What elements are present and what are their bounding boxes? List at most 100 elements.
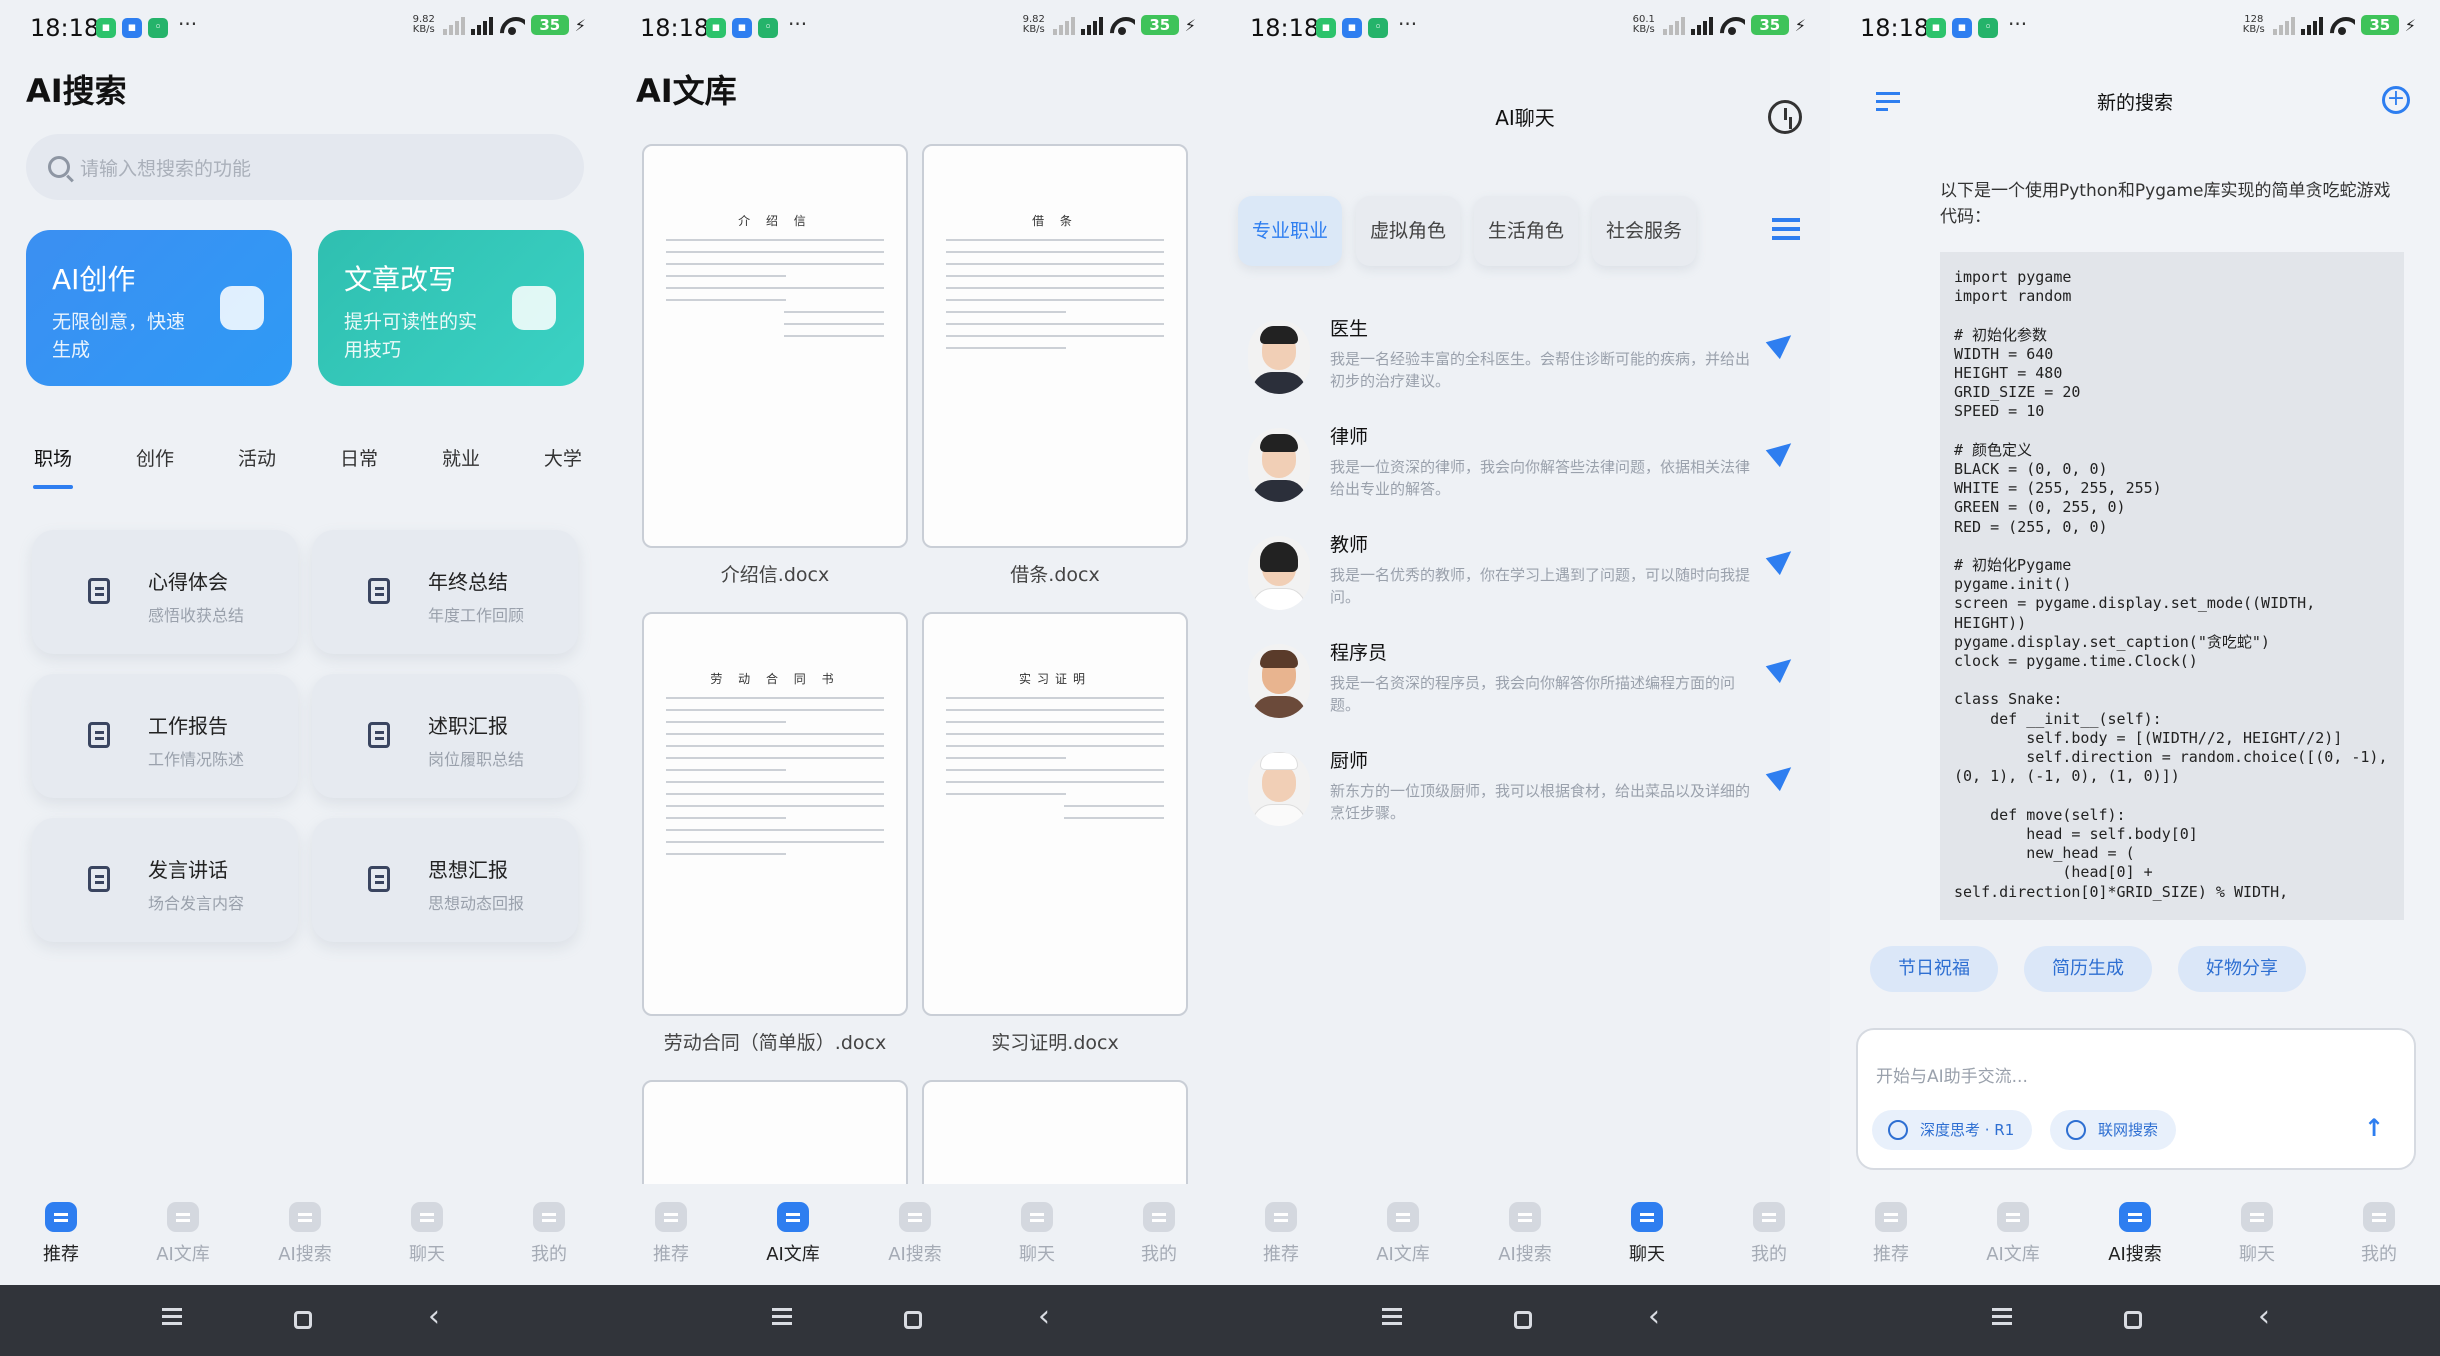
tile-speech[interactable]: 发言讲话 场合发言内容 <box>32 818 298 942</box>
role-item[interactable]: 厨师 新东方的一位顶级厨师，我可以根据食材，给出菜品以及详细的烹饪步骤。 <box>1248 746 1808 842</box>
history-clock-icon[interactable] <box>1768 100 1802 134</box>
tab-workplace[interactable]: 职场 <box>28 440 78 489</box>
search-icon <box>48 156 70 178</box>
doc-thumbnail[interactable] <box>642 1080 908 1200</box>
nav-mine[interactable]: 我的 <box>2318 1184 2440 1285</box>
back-icon[interactable]: ‹ <box>1038 1299 1050 1334</box>
chat-input[interactable]: 开始与AI助手交流... 深度思考 · R1 联网搜索 ↑ <box>1856 1028 2416 1170</box>
tab-create[interactable]: 创作 <box>130 440 180 475</box>
doc-name[interactable]: 借条.docx <box>922 560 1188 587</box>
role-item[interactable]: 医生 我是一名经验丰富的全科医生。会帮住诊断可能的疾病，并给出初步的治疗建议。 <box>1248 314 1808 410</box>
page-title: AI搜索 <box>26 72 127 110</box>
status-bar: 18:18 ▪ ▪ ◦ ··· 60.1 KB/s 35 ⚡ <box>1220 0 1830 56</box>
role-desc: 我是一名经验丰富的全科医生。会帮住诊断可能的疾病，并给出初步的治疗建议。 <box>1330 350 1751 390</box>
search-input[interactable]: 请输入想搜索的功能 <box>26 134 584 200</box>
doc-thumbnail[interactable]: 介 绍 信 <box>642 144 908 548</box>
nav-label: AI搜索 <box>888 1244 942 1265</box>
doc-thumbnail[interactable]: 借 条 <box>922 144 1188 548</box>
tile-experience[interactable]: 心得体会 感悟收获总结 <box>32 530 298 654</box>
nav-search[interactable]: AI搜索 <box>2074 1184 2196 1285</box>
rewrite-card[interactable]: 文章改写 提升可读性的实用技巧 <box>318 230 584 386</box>
nav-recommend[interactable]: 推荐 <box>1220 1184 1342 1285</box>
home-square-icon[interactable] <box>904 1311 922 1329</box>
send-icon[interactable] <box>1765 758 1799 792</box>
doc-name[interactable]: 介绍信.docx <box>642 560 908 587</box>
more-icon: ··· <box>178 12 198 36</box>
app-icon: ◦ <box>1368 18 1388 38</box>
nav-library[interactable]: AI文库 <box>122 1184 244 1285</box>
doc-thumbnail[interactable]: 实习证明 <box>922 612 1188 1016</box>
tab-employment[interactable]: 就业 <box>436 440 486 475</box>
tab-activity[interactable]: 活动 <box>232 440 282 475</box>
doc-thumbnail[interactable]: 劳 动 合 同 书 <box>642 612 908 1016</box>
tile-duty-report[interactable]: 述职汇报 岗位履职总结 <box>312 674 578 798</box>
nav-chat[interactable]: 聊天 <box>976 1184 1098 1285</box>
ai-create-card[interactable]: AI创作 无限创意，快速生成 <box>26 230 292 386</box>
back-icon[interactable]: ‹ <box>1648 1299 1660 1334</box>
doc-thumbnail[interactable] <box>922 1080 1188 1200</box>
role-item[interactable]: 律师 我是一位资深的律师，我会向你解答些法律问题，依据相关法律给出专业的解答。 <box>1248 422 1808 518</box>
menu-icon[interactable] <box>1382 1315 1402 1318</box>
nav-label: 聊天 <box>2239 1244 2275 1265</box>
tab-life[interactable]: 生活角色 <box>1474 196 1579 266</box>
tab-virtual[interactable]: 虚拟角色 <box>1356 196 1461 266</box>
deep-think-label: 深度思考 · R1 <box>1920 1121 2015 1139</box>
back-icon[interactable]: ‹ <box>2258 1299 2270 1334</box>
home-square-icon[interactable] <box>2124 1311 2142 1329</box>
nav-recommend[interactable]: 推荐 <box>610 1184 732 1285</box>
web-search-toggle[interactable]: 联网搜索 <box>2050 1110 2177 1150</box>
tab-professional[interactable]: 专业职业 <box>1238 196 1343 266</box>
back-icon[interactable]: ‹ <box>428 1299 440 1334</box>
nav-label: 推荐 <box>1873 1244 1909 1265</box>
send-icon[interactable] <box>1765 542 1799 576</box>
send-arrow-icon[interactable]: ↑ <box>2360 1114 2388 1142</box>
screen-new-search: 18:18 ▪ ▪ ◦ ··· 128 KB/s 35 ⚡ 新的搜索 + 以下是一个使用… <box>1830 0 2440 1285</box>
tile-year-summary[interactable]: 年终总结 年度工作回顾 <box>312 530 578 654</box>
nav-chat[interactable]: 聊天 <box>366 1184 488 1285</box>
wechat-icon: ▪ <box>1926 18 1946 38</box>
nav-mine[interactable]: 我的 <box>1708 1184 1830 1285</box>
nav-chat[interactable]: 聊天 <box>2196 1184 2318 1285</box>
tile-thought-report[interactable]: 思想汇报 思想动态回报 <box>312 818 578 942</box>
nav-search[interactable]: AI搜索 <box>244 1184 366 1285</box>
chip-share[interactable]: 好物分享 <box>2178 946 2306 992</box>
nav-recommend[interactable]: 推荐 <box>1830 1184 1952 1285</box>
tab-daily[interactable]: 日常 <box>334 440 384 475</box>
nav-library[interactable]: AI文库 <box>732 1184 854 1285</box>
nav-search[interactable]: AI搜索 <box>854 1184 976 1285</box>
send-icon[interactable] <box>1765 326 1799 360</box>
menu-icon[interactable] <box>772 1315 792 1318</box>
send-icon[interactable] <box>1765 434 1799 468</box>
menu-icon[interactable] <box>1992 1315 2012 1318</box>
page-title: 新的搜索 <box>2096 92 2173 114</box>
nav-library[interactable]: AI文库 <box>1952 1184 2074 1285</box>
nav-mine[interactable]: 我的 <box>488 1184 610 1285</box>
search-icon <box>899 1202 931 1232</box>
nav-recommend[interactable]: 推荐 <box>0 1184 122 1285</box>
role-item[interactable]: 程序员 我是一名资深的程序员，我会向你解答你所描述编程方面的问题。 <box>1248 638 1808 734</box>
tab-college[interactable]: 大学 <box>538 440 588 475</box>
tab-social[interactable]: 社会服务 <box>1592 196 1697 266</box>
nav-chat[interactable]: 聊天 <box>1586 1184 1708 1285</box>
doc-name[interactable]: 实习证明.docx <box>922 1028 1188 1055</box>
role-item[interactable]: 教师 我是一名优秀的教师，你在学习上遇到了问题，可以随时向我提问。 <box>1248 530 1808 626</box>
search-icon <box>289 1202 321 1232</box>
answer-intro: 以下是一个使用Python和Pygame库实现的简单贪吃蛇游戏代码： <box>1940 181 2391 227</box>
net-speed: 9.82 KB/s <box>412 14 435 35</box>
menu-icon[interactable] <box>162 1315 182 1318</box>
tile-work-report[interactable]: 工作报告 工作情况陈述 <box>32 674 298 798</box>
menu-icon[interactable] <box>1772 218 1800 222</box>
send-icon[interactable] <box>1765 650 1799 684</box>
chip-resume[interactable]: 简历生成 <box>2024 946 2152 992</box>
new-chat-icon[interactable]: + <box>2382 86 2410 114</box>
doc-name[interactable]: 劳动合同（简单版）.docx <box>642 1028 908 1055</box>
home-square-icon[interactable] <box>294 1311 312 1329</box>
signal-icon <box>1052 15 1075 35</box>
nav-mine[interactable]: 我的 <box>1098 1184 1220 1285</box>
deep-think-toggle[interactable]: 深度思考 · R1 <box>1872 1110 2033 1150</box>
home-square-icon[interactable] <box>1514 1311 1532 1329</box>
chip-holiday[interactable]: 节日祝福 <box>1870 946 1998 992</box>
nav-search[interactable]: AI搜索 <box>1464 1184 1586 1285</box>
nav-library[interactable]: AI文库 <box>1342 1184 1464 1285</box>
app-icon: ▪ <box>1952 18 1972 38</box>
